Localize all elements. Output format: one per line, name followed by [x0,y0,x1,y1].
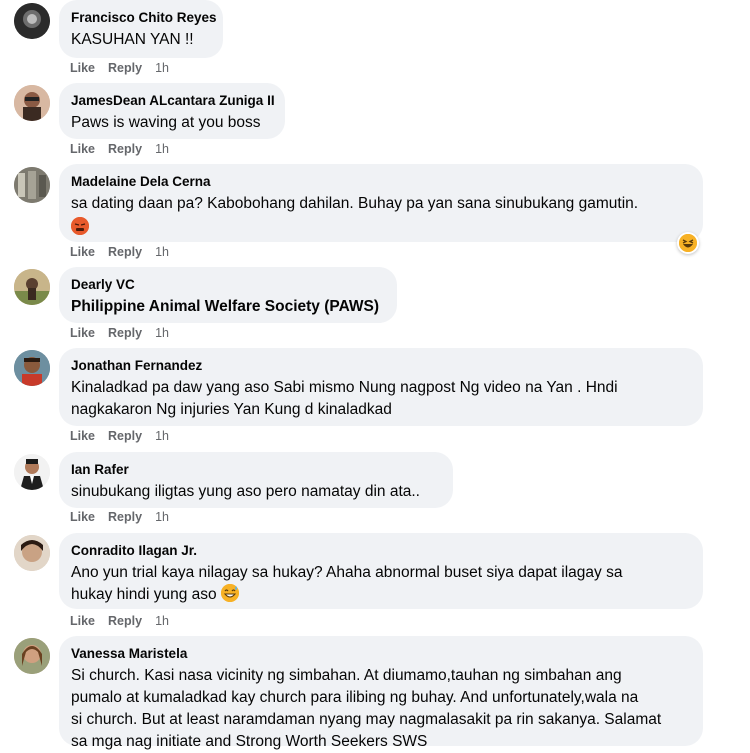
avatar[interactable] [14,269,50,305]
profile-photo-icon [14,3,50,39]
commenter-name[interactable]: Conradito Ilagan Jr. [71,542,691,560]
commenter-name[interactable]: Vanessa Maristela [71,645,691,663]
avatar[interactable] [14,350,50,386]
grinning-sweat-emoji [220,584,239,602]
angry-face-emoji [71,217,89,235]
commenter-name[interactable]: Francisco Chito Reyes [71,9,217,27]
profile-photo-icon [14,85,50,121]
reaction-badge[interactable] [677,232,699,254]
avatar[interactable] [14,638,50,674]
comment-bubble: Vanessa Maristela Si church. Kasi nasa v… [59,636,703,750]
commenter-name[interactable]: Madelaine Dela Cerna [71,173,691,191]
profile-photo-icon [14,535,50,571]
comment-text: Kinaladkad pa daw yang aso Sabi mismo Nu… [71,379,618,396]
timestamp[interactable]: 1h [155,60,169,76]
like-button[interactable]: Like [70,428,95,444]
timestamp[interactable]: 1h [155,141,169,157]
comment-actions: Like Reply 1h [70,428,182,444]
comment-bubble: Jonathan Fernandez Kinaladkad pa daw yan… [59,348,703,426]
comment-bubble: Dearly VC Philippine Animal Welfare Soci… [59,267,397,323]
timestamp[interactable]: 1h [155,244,169,260]
comment-text-line: hukay hindi yung aso [71,586,217,603]
like-button[interactable]: Like [70,141,95,157]
reply-button[interactable]: Reply [108,60,142,76]
comment-actions: Like Reply 1h [70,509,182,525]
avatar[interactable] [14,167,50,203]
comment-bubble: JamesDean ALcantara Zuniga II Paws is wa… [59,83,285,139]
comment-text: hukay hindi yung aso [71,584,691,606]
like-button[interactable]: Like [70,325,95,341]
like-button[interactable]: Like [70,613,95,629]
comment-text: sa dating daan pa? Kabobohang dahilan. B… [71,195,639,212]
comment-text: sa mga nag initiate and Strong Worth See… [71,733,428,750]
comment-text: KASUHAN YAN !! [71,31,194,48]
like-button[interactable]: Like [70,244,95,260]
commenter-name[interactable]: Jonathan Fernandez [71,357,691,375]
comment-bubble: Conradito Ilagan Jr. Ano yun trial kaya … [59,533,703,609]
profile-photo-icon [14,638,50,674]
comment-actions: Like Reply 1h [70,60,182,76]
like-button[interactable]: Like [70,509,95,525]
comment-actions: Like Reply 1h [70,244,182,260]
commenter-name[interactable]: Dearly VC [71,276,385,294]
reply-button[interactable]: Reply [108,141,142,157]
profile-photo-icon [14,454,50,490]
comment-text: nagkakaron Ng injuries Yan Kung d kinala… [71,401,392,418]
comment-text: sinubukang iligtas yung aso pero namatay… [71,483,420,500]
comment-bubble: Madelaine Dela Cerna sa dating daan pa? … [59,164,703,242]
profile-photo-icon [14,350,50,386]
avatar[interactable] [14,3,50,39]
reply-button[interactable]: Reply [108,244,142,260]
avatar[interactable] [14,454,50,490]
commenter-name[interactable]: JamesDean ALcantara Zuniga II [71,92,275,110]
like-button[interactable]: Like [70,60,95,76]
timestamp[interactable]: 1h [155,325,169,341]
laughing-reaction-icon [679,234,697,252]
reply-button[interactable]: Reply [108,509,142,525]
reply-button[interactable]: Reply [108,428,142,444]
reply-button[interactable]: Reply [108,613,142,629]
timestamp[interactable]: 1h [155,509,169,525]
avatar[interactable] [14,85,50,121]
comment-actions: Like Reply 1h [70,325,182,341]
profile-photo-icon [14,167,50,203]
timestamp[interactable]: 1h [155,613,169,629]
comment-bubble: Francisco Chito Reyes KASUHAN YAN !! [59,0,223,58]
comment-link[interactable]: Philippine Animal Welfare Society (PAWS) [71,296,385,318]
comment-actions: Like Reply 1h [70,613,182,629]
profile-photo-icon [14,269,50,305]
comment-actions: Like Reply 1h [70,141,182,157]
commenter-name[interactable]: Ian Rafer [71,461,441,479]
comment-text: si church. But at least naramdaman nyang… [71,711,662,728]
avatar[interactable] [14,535,50,571]
comment-text: Paws is waving at you boss [71,114,261,131]
comment-text: Ano yun trial kaya nilagay sa hukay? Aha… [71,564,623,581]
reply-button[interactable]: Reply [108,325,142,341]
timestamp[interactable]: 1h [155,428,169,444]
comment-text: Si church. Kasi nasa vicinity ng simbaha… [71,667,622,684]
comment-bubble: Ian Rafer sinubukang iligtas yung aso pe… [59,452,453,508]
comment-text: pumalo at kumaladkad kay church para ili… [71,689,639,706]
